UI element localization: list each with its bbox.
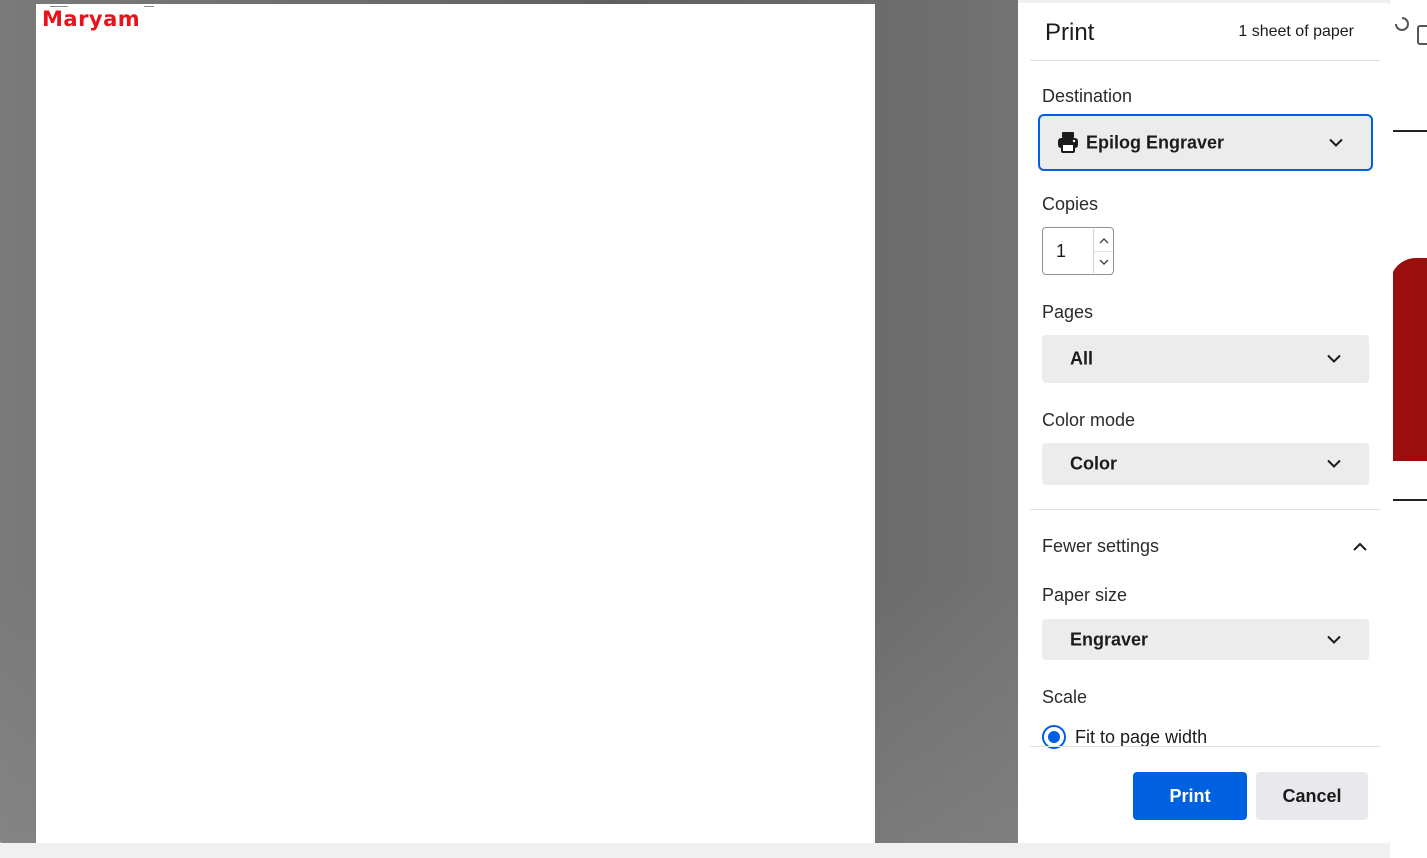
sheet-count: 1 sheet of paper bbox=[1238, 23, 1354, 40]
chevron-down-icon bbox=[1327, 635, 1341, 644]
print-button[interactable]: Print bbox=[1133, 772, 1247, 820]
paper-size-value: Engraver bbox=[1070, 629, 1149, 649]
chevron-down-icon bbox=[1327, 459, 1341, 468]
chevron-up-icon bbox=[1099, 237, 1108, 243]
background-toolbar bbox=[1390, 12, 1427, 52]
print-preview-window: Maryam Print 1 sheet of paper Destinatio… bbox=[0, 0, 1427, 858]
chevron-down-icon bbox=[1327, 354, 1341, 363]
background-red-shape bbox=[1390, 258, 1427, 461]
pages-label: Pages bbox=[1042, 302, 1094, 322]
color-mode-value: Color bbox=[1070, 453, 1117, 474]
copies-stepper[interactable]: 1 bbox=[1042, 227, 1114, 275]
scale-fit-to-page-width-option[interactable]: Fit to page width bbox=[1040, 724, 1340, 752]
paper-size-label: Paper size bbox=[1042, 585, 1128, 605]
crop-mark bbox=[144, 6, 154, 7]
scale-option-label: Fit to page width bbox=[1075, 727, 1208, 747]
chevron-down-icon bbox=[1329, 138, 1343, 147]
color-mode-label: Color mode bbox=[1042, 410, 1136, 430]
paper-size-select[interactable]: Engraver bbox=[1042, 619, 1369, 660]
color-mode-select[interactable]: Color bbox=[1042, 443, 1369, 485]
destination-value: Epilog Engraver bbox=[1086, 132, 1225, 152]
printer-icon bbox=[1058, 132, 1078, 153]
destination-label: Destination bbox=[1042, 86, 1133, 106]
preview-page-sheet: Maryam bbox=[36, 4, 875, 843]
background-divider bbox=[1390, 130, 1427, 132]
section-divider bbox=[1030, 509, 1380, 510]
cancel-button[interactable]: Cancel bbox=[1256, 772, 1368, 820]
chevron-down-icon bbox=[1099, 259, 1108, 265]
background-divider bbox=[1390, 499, 1427, 501]
scale-label: Scale bbox=[1042, 687, 1088, 707]
increment-button[interactable] bbox=[1093, 229, 1113, 252]
footer-divider bbox=[1030, 746, 1380, 747]
copies-value: 1 bbox=[1056, 241, 1067, 261]
preview-page-text: Maryam bbox=[42, 7, 141, 31]
dialog-header: Print 1 sheet of paper bbox=[1030, 3, 1380, 61]
print-settings-panel: Print 1 sheet of paper Destination Epilo… bbox=[1018, 3, 1393, 843]
pages-select[interactable]: All bbox=[1042, 335, 1369, 383]
chevron-up-icon bbox=[1353, 542, 1367, 551]
fewer-settings-toggle[interactable]: Fewer settings bbox=[1042, 536, 1369, 560]
pages-value: All bbox=[1070, 348, 1094, 369]
copies-label: Copies bbox=[1042, 194, 1099, 214]
dialog-title: Print bbox=[1045, 19, 1095, 46]
preview-area: Maryam bbox=[0, 0, 1018, 843]
decrement-button[interactable] bbox=[1093, 251, 1113, 273]
destination-select[interactable]: Epilog Engraver bbox=[1038, 114, 1373, 171]
fewer-settings-label: Fewer settings bbox=[1042, 536, 1160, 556]
